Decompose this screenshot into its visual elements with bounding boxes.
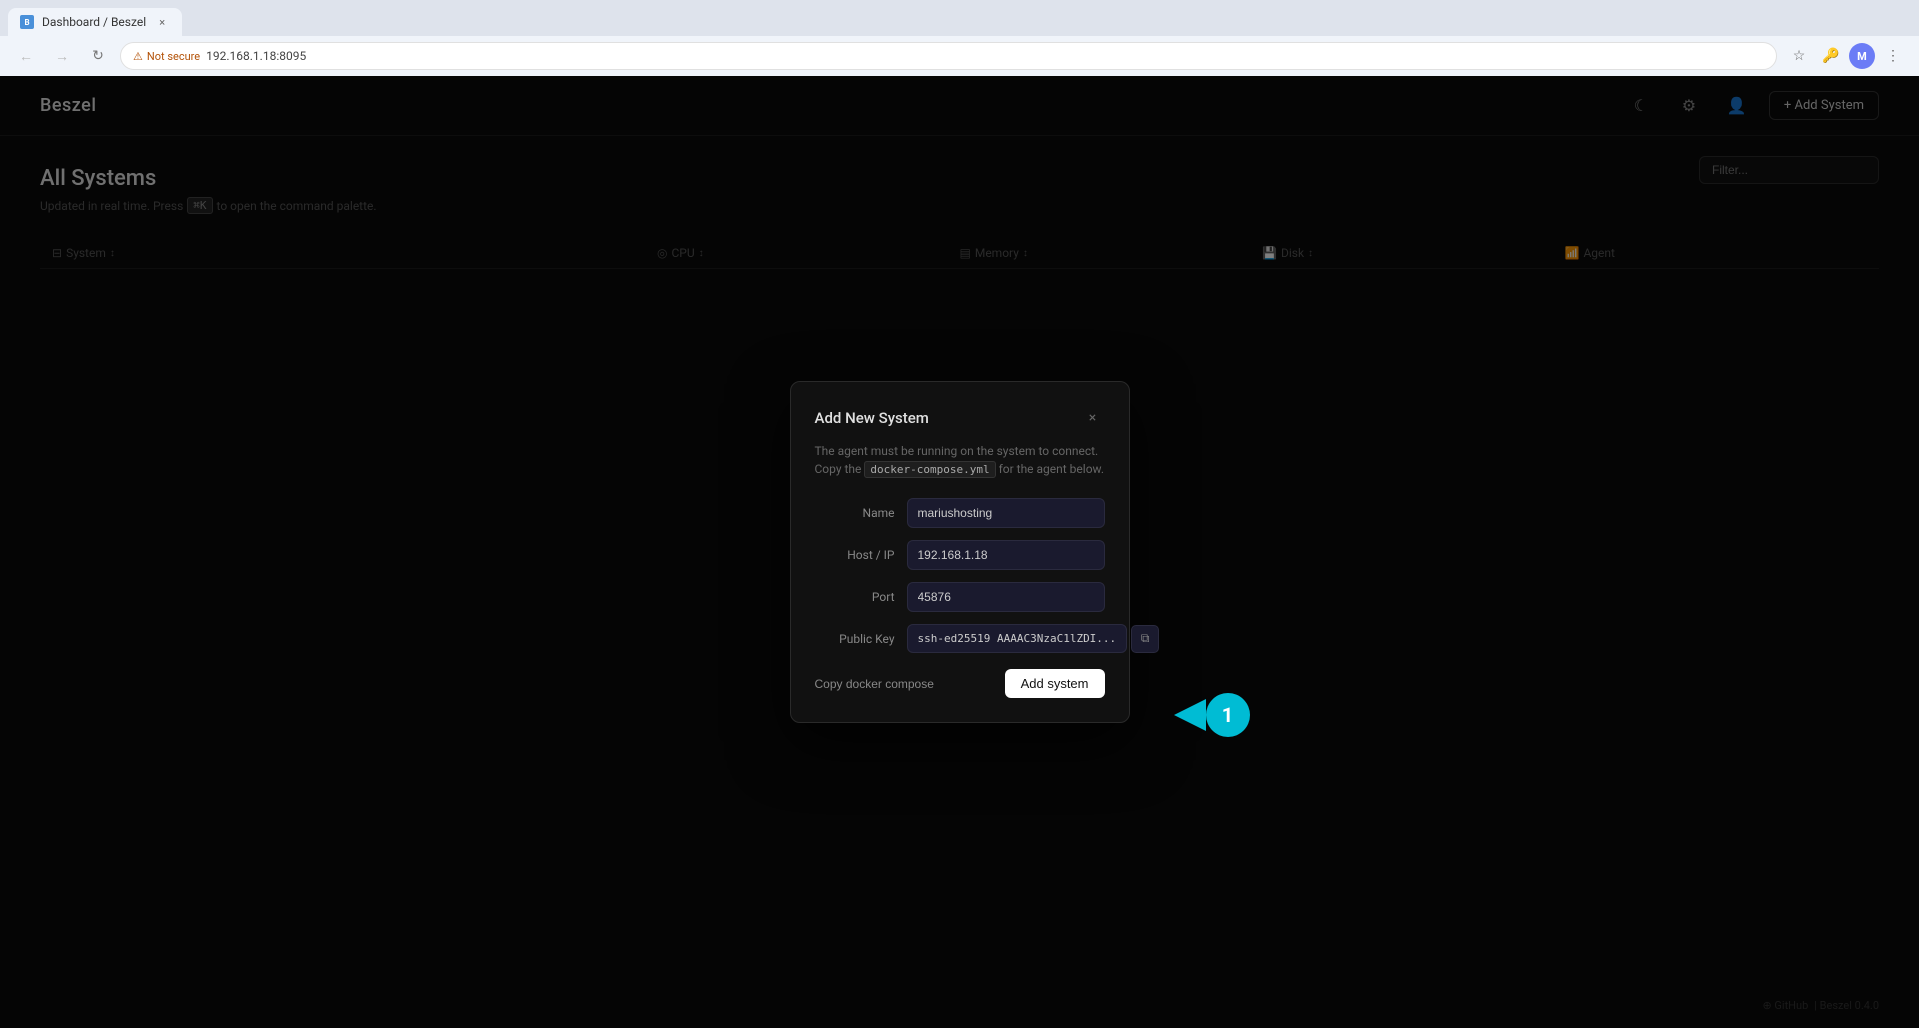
browser-tabs: B Dashboard / Beszel × — [0, 0, 1919, 36]
modal-title: Add New System — [815, 409, 929, 427]
menu-btn[interactable]: ⋮ — [1879, 42, 1907, 70]
bookmark-star-btn[interactable]: ☆ — [1785, 42, 1813, 70]
app-content: Beszel ☾ ⚙ 👤 + Add System All Systems Up… — [0, 76, 1919, 1028]
profile-btn[interactable]: M — [1849, 43, 1875, 69]
public-key-label: Public Key — [815, 632, 895, 646]
modal-description: The agent must be running on the system … — [815, 442, 1105, 479]
forward-btn[interactable]: → — [48, 42, 76, 70]
browser-actions: ☆ 🔑 M ⋮ — [1785, 42, 1907, 70]
back-btn[interactable]: ← — [12, 42, 40, 70]
warning-icon: ⚠ — [133, 50, 143, 63]
port-field-row: Port — [815, 582, 1105, 612]
tab-label: Dashboard / Beszel — [42, 15, 146, 29]
browser-toolbar: ← → ↻ ⚠ Not secure 192.168.1.18:8095 ☆ 🔑… — [0, 36, 1919, 76]
modal-footer: Copy docker compose Add system — [815, 669, 1105, 698]
modal-code: docker-compose.yml — [864, 461, 995, 478]
host-field-row: Host / IP — [815, 540, 1105, 570]
arrow-icon — [1174, 699, 1206, 731]
tab-favicon: B — [20, 15, 34, 29]
modal-overlay: Add New System × The agent must be runni… — [0, 76, 1919, 1028]
port-input[interactable] — [907, 582, 1105, 612]
password-key-btn[interactable]: 🔑 — [1817, 42, 1845, 70]
address-bar[interactable]: ⚠ Not secure 192.168.1.18:8095 — [120, 42, 1777, 70]
modal-close-btn[interactable]: × — [1081, 406, 1105, 430]
reload-btn[interactable]: ↻ — [84, 42, 112, 70]
public-key-wrapper: ssh-ed25519 AAAAC3NzaC1lZDI... ⧉ — [907, 624, 1160, 653]
add-system-modal: Add New System × The agent must be runni… — [790, 381, 1130, 724]
annotation-number: 1 — [1206, 693, 1250, 737]
name-field-row: Name — [815, 498, 1105, 528]
public-key-field-row: Public Key ssh-ed25519 AAAAC3NzaC1lZDI..… — [815, 624, 1105, 653]
port-label: Port — [815, 590, 895, 604]
modal-container: Add New System × The agent must be runni… — [790, 381, 1130, 724]
not-secure-indicator: ⚠ Not secure — [133, 50, 200, 63]
annotation-wrapper: 1 — [1174, 693, 1250, 737]
name-input[interactable] — [907, 498, 1105, 528]
url-text: 192.168.1.18:8095 — [206, 49, 306, 63]
tab-close-btn[interactable]: × — [154, 14, 170, 30]
add-system-modal-btn[interactable]: Add system — [1005, 669, 1105, 698]
copy-public-key-btn[interactable]: ⧉ — [1131, 625, 1159, 653]
browser-tab[interactable]: B Dashboard / Beszel × — [8, 8, 182, 36]
host-input[interactable] — [907, 540, 1105, 570]
browser-chrome: B Dashboard / Beszel × ← → ↻ ⚠ Not secur… — [0, 0, 1919, 76]
name-label: Name — [815, 506, 895, 520]
modal-header: Add New System × — [815, 406, 1105, 430]
host-label: Host / IP — [815, 548, 895, 562]
copy-docker-compose-btn[interactable]: Copy docker compose — [815, 677, 934, 691]
public-key-display: ssh-ed25519 AAAAC3NzaC1lZDI... — [907, 624, 1128, 653]
